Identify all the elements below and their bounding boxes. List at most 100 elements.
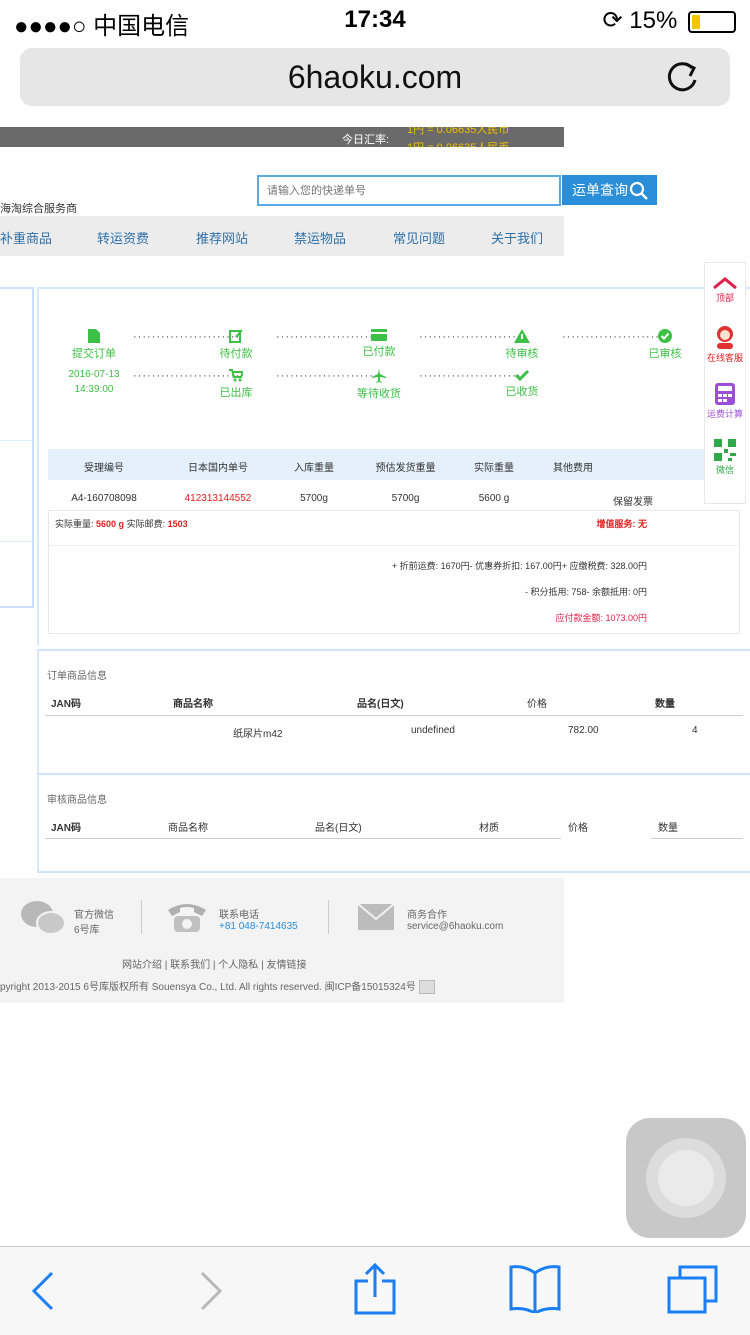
- floating-sidebar: 顶部 在线客服 运费计算 微信: [704, 262, 746, 504]
- remarks: 保留发票: [613, 497, 653, 508]
- step-label: 待审核: [505, 348, 539, 360]
- audit-col-qty: 数量: [658, 823, 678, 834]
- rate-label: 今日汇率:: [342, 134, 390, 146]
- tracking-search-input[interactable]: [259, 177, 565, 204]
- order-progress: 提交订单 ······················· 待付款 ·······…: [37, 287, 750, 441]
- rate-line-1: 1円 = 0.06635人民币: [407, 127, 510, 136]
- fee-summary: 实际重量: 5600 g 实际邮费: 1503 增值服务: 无 + 折前运费: …: [48, 510, 740, 634]
- sidebar-top[interactable]: 顶部: [705, 277, 745, 304]
- step-label: 已付款: [362, 346, 396, 358]
- wechat-value: 6号库: [74, 925, 100, 936]
- stats-icon[interactable]: [418, 980, 435, 995]
- nav-item-about[interactable]: 关于我们: [491, 228, 543, 247]
- sidebar-chat[interactable]: 在线客服: [705, 325, 745, 364]
- bookmarks-icon[interactable]: [508, 1265, 562, 1313]
- col-accept-no: 受理编号: [84, 463, 124, 474]
- step-reviewed: 已审核: [615, 329, 715, 361]
- accept-no: A4-160708098: [71, 493, 137, 504]
- fee-line-2: - 积分抵用: 758- 余额抵用: 0円: [524, 587, 647, 597]
- biz-label: 商务合作: [407, 910, 447, 921]
- qr-code-icon: [714, 439, 736, 461]
- nav-item-recommended-sites[interactable]: 推荐网站: [196, 228, 248, 247]
- order-table-header: 受理编号 日本国内单号 入库重量 预估发货重量 实际重量 其他费用 备注: [48, 449, 738, 480]
- in-weight: 5700g: [300, 493, 328, 504]
- sidebar-chat-label: 在线客服: [706, 353, 743, 363]
- step-time: 14:39:00: [74, 384, 114, 395]
- edit-icon: [229, 329, 243, 343]
- chevron-up-icon: [713, 277, 737, 290]
- sidebar-wechat[interactable]: 微信: [705, 439, 745, 476]
- url-text: 6haoku.com: [287, 59, 463, 95]
- goods-jp-name: undefined: [411, 725, 455, 736]
- copyright-text: pyright 2013-2015 6号库版权所有 Souensya Co., …: [0, 982, 416, 993]
- audit-col-price: 价格: [568, 823, 588, 834]
- step-pending-review: 待审核: [472, 329, 572, 361]
- audit-col-name: 商品名称: [168, 823, 208, 834]
- tabs-icon[interactable]: [666, 1265, 720, 1315]
- total-due: 应付款金额: 1073.00円: [555, 613, 647, 623]
- goods-price: 782.00: [568, 725, 599, 736]
- phone-value[interactable]: +81 048-7414635: [219, 921, 298, 932]
- goods-col-qty: 数量: [655, 699, 675, 710]
- step-submit: 提交订单: [44, 329, 144, 361]
- envelope-icon: [358, 904, 394, 930]
- assistive-touch-button[interactable]: [626, 1118, 746, 1238]
- battery-icon: [688, 10, 736, 33]
- col-in-weight: 入库重量: [294, 463, 334, 474]
- left-panel-2: [0, 440, 34, 541]
- wechat-icon: [21, 901, 66, 935]
- sidebar-calculator[interactable]: 运费计算: [705, 383, 745, 420]
- col-jp-tracking: 日本国内单号: [188, 463, 248, 474]
- copyright: pyright 2013-2015 6号库版权所有 Souensya Co., …: [0, 978, 435, 995]
- rate-line-2: 1円 = 0.06635人民币: [407, 139, 509, 147]
- nav-item-faq[interactable]: 常见问题: [393, 228, 445, 247]
- step-label: 等待收货: [357, 388, 401, 400]
- jp-tracking-link[interactable]: 412313144552: [162, 493, 274, 504]
- forward-icon[interactable]: [198, 1271, 224, 1311]
- goods-name: 纸尿片m42: [233, 729, 283, 740]
- document-icon: [88, 329, 100, 343]
- goods-col-name: 商品名称: [173, 699, 213, 710]
- value-added-service: 增值服务: 无: [596, 519, 648, 529]
- wechat-label: 官方微信: [74, 910, 114, 921]
- back-icon[interactable]: [30, 1271, 56, 1311]
- airplane-icon: [372, 369, 386, 383]
- nav-item-prohibited-items[interactable]: 禁运物品: [294, 228, 346, 247]
- goods-qty: 4: [692, 725, 698, 736]
- address-bar[interactable]: 6haoku.com: [20, 48, 730, 106]
- nav-item-reweigh[interactable]: 补重商品: [0, 228, 52, 247]
- left-panel-3: [0, 541, 34, 608]
- status-bar: ●●●●○ 中国电信 17:34 ⟳ 15%: [0, 0, 750, 40]
- warning-icon: [514, 329, 530, 343]
- step-shipped: 已出库: [186, 369, 286, 400]
- audit-title: 审核商品信息: [47, 795, 107, 806]
- site-tagline: 海淘综合服务商: [0, 203, 77, 215]
- col-other-fees: 其他费用: [553, 463, 593, 474]
- nav-item-shipping-fees[interactable]: 转运资费: [97, 228, 149, 247]
- telephone-icon: [168, 904, 206, 932]
- biz-email[interactable]: service@6haoku.com: [407, 921, 503, 932]
- tracking-search-button[interactable]: 运单查询: [562, 175, 657, 205]
- fee-line-1: + 折前运费: 1670円- 优惠券折扣: 167.00円+ 应缴税费: 328…: [391, 561, 647, 571]
- support-agent-icon: [717, 326, 733, 349]
- sidebar-top-label: 顶部: [715, 293, 734, 303]
- search-button-label: 运单查询: [572, 182, 628, 198]
- col-est-weight: 预估发货重量: [375, 463, 436, 474]
- battery-area: ⟳ 15%: [603, 6, 736, 35]
- step-awaiting-delivery: 等待收货: [329, 369, 429, 401]
- sidebar-calculator-label: 运费计算: [706, 409, 743, 419]
- share-icon[interactable]: [354, 1263, 396, 1315]
- tracking-search-field[interactable]: [257, 175, 565, 206]
- audit-col-material: 材质: [479, 823, 499, 834]
- step-label: 已收货: [505, 386, 539, 398]
- audit-col-jp-name: 品名(日文): [315, 823, 362, 834]
- step-pending-payment: 待付款: [186, 329, 286, 361]
- step-label: 提交订单: [72, 348, 116, 360]
- reload-icon[interactable]: [662, 58, 702, 98]
- actual-postage-value: 1503: [167, 519, 188, 529]
- step-label: 已出库: [219, 387, 253, 399]
- footer-links[interactable]: 网站介绍 | 联系我们 | 个人隐私 | 友情链接: [122, 956, 306, 971]
- exchange-rate-strip: 今日汇率: 1円 = 0.06635人民币 1円 = 0.06635人民币: [0, 127, 564, 147]
- calculator-icon: [715, 383, 735, 405]
- est-weight: 5700g: [391, 493, 420, 504]
